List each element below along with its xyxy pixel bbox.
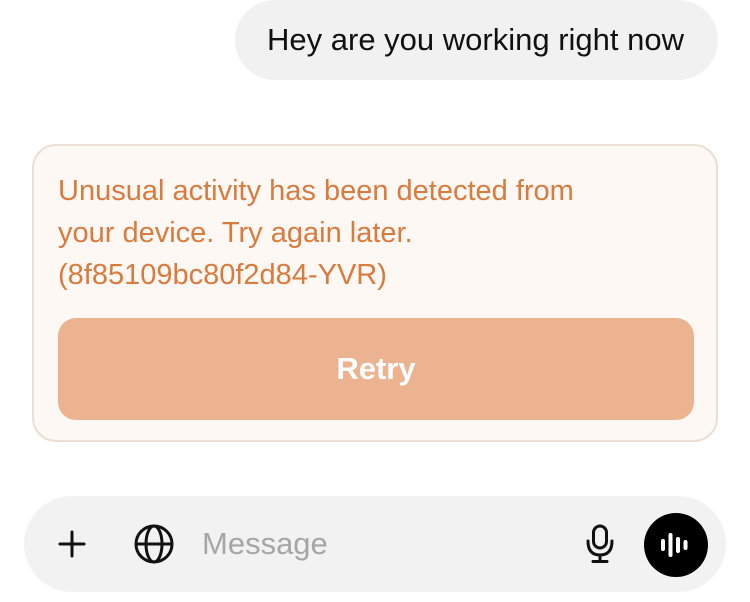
error-message-line-2: your device. Try again later. bbox=[58, 217, 413, 249]
user-message-bubble: Hey are you working right now bbox=[235, 0, 718, 80]
message-input[interactable] bbox=[202, 518, 562, 570]
add-attachment-button[interactable] bbox=[48, 520, 96, 568]
globe-icon bbox=[134, 524, 174, 564]
retry-button-label: Retry bbox=[336, 351, 416, 386]
web-search-button[interactable] bbox=[130, 520, 178, 568]
voice-waveform-icon bbox=[661, 533, 688, 557]
chat-thread: Hey are you working right now Unusual ac… bbox=[0, 0, 750, 480]
user-message-text: Hey are you working right now bbox=[267, 22, 684, 57]
voice-mode-button[interactable] bbox=[644, 513, 708, 577]
error-message-text: Unusual activity has been detected from … bbox=[58, 170, 688, 296]
microphone-icon bbox=[586, 524, 614, 563]
error-code: (8f85109bc80f2d84-YVR) bbox=[58, 259, 387, 291]
dictation-button[interactable] bbox=[576, 520, 624, 568]
plus-icon bbox=[58, 530, 86, 558]
error-message-line-1: Unusual activity has been detected from bbox=[58, 175, 574, 207]
retry-button[interactable]: Retry bbox=[58, 318, 694, 420]
error-message-card: Unusual activity has been detected from … bbox=[32, 144, 718, 442]
message-composer bbox=[24, 496, 726, 592]
